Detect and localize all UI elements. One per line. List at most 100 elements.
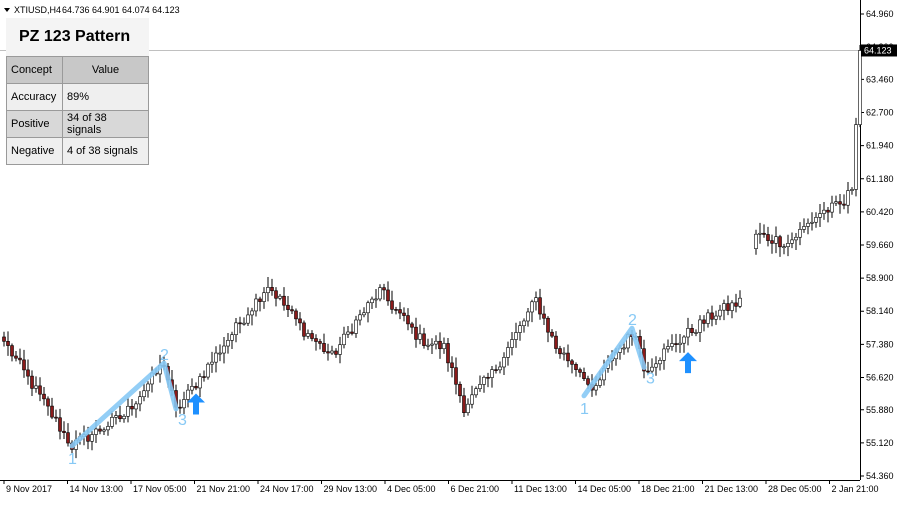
chart-header: XTIUSD,H4 64.736 64.901 64.074 64.123 [4,5,180,15]
candle [66,423,70,447]
candle [262,287,266,309]
candle [478,375,482,392]
candle [378,284,382,302]
pattern-point-label: 3 [646,370,655,387]
candle [222,337,226,364]
pattern-stats-panel: PZ 123 Pattern Concept Value Accuracy 89… [6,18,149,165]
candle [822,202,826,220]
x-tick-label: 4 Dec 05:00 [387,484,436,494]
candle [666,339,670,353]
y-tick-label: 56.620 [866,372,894,382]
candle [566,344,570,368]
candle [362,307,366,318]
candle [42,386,46,406]
current-price-tag: 64.123 [861,44,897,57]
candle [554,331,558,354]
candle [794,232,798,251]
row-concept: Negative [6,137,63,165]
candle [830,195,834,218]
candle [394,306,398,315]
table-header-row: Concept Value [6,56,149,84]
y-tick-label: 55.880 [866,405,894,415]
candle [218,344,222,362]
pattern-point-label: 1 [580,401,589,418]
candle [542,305,546,326]
candle [406,308,410,331]
candle [562,347,566,361]
candle [734,293,738,313]
candle [50,397,54,420]
candle [550,329,554,338]
candle [418,324,422,345]
candle [778,234,782,257]
candle [118,405,122,423]
candle [246,307,250,326]
y-tick-label: 61.940 [866,141,894,151]
x-tick-label: 21 Nov 21:00 [197,484,251,494]
pattern-line [581,325,647,399]
candle [290,305,294,314]
y-tick-label: 57.380 [866,339,894,349]
candle [850,187,854,195]
candle [578,367,582,378]
candle [126,397,130,423]
candle [678,334,682,353]
candle [2,331,6,347]
candle [770,234,774,254]
header-concept: Concept [6,56,63,84]
candle [190,378,194,395]
candle [266,277,270,302]
candle [198,373,202,398]
table-row: Positive 34 of 38 signals [6,110,149,138]
candle [498,361,502,374]
x-tick-label: 2 Jan 21:00 [832,484,879,494]
x-tick-label: 29 Nov 13:00 [324,484,378,494]
candle [518,321,522,341]
candle [798,222,802,246]
candle [310,330,314,342]
table-row: Accuracy 89% [6,83,149,111]
candle [250,307,254,326]
x-tick-label: 24 Nov 17:00 [260,484,314,494]
candle [298,312,302,331]
y-tick-label: 58.140 [866,306,894,316]
candle [766,226,770,247]
y-tick-label: 60.420 [866,207,894,217]
candle [98,425,102,435]
candle [438,332,442,359]
ohlc-label: 64.736 64.901 64.074 64.123 [62,5,180,15]
candle [374,289,378,308]
candle [10,343,14,362]
y-tick-label: 64.960 [866,9,894,19]
candle [326,343,330,361]
y-tick-label: 61.180 [866,174,894,184]
chart-area[interactable]: 64.96064.20063.46062.70061.94061.18060.4… [0,0,900,500]
header-value: Value [62,56,149,84]
x-tick-label: 14 Nov 13:00 [70,484,124,494]
candle [238,316,242,334]
candle [270,278,274,296]
candle [782,243,786,255]
candle [354,315,358,338]
y-tick-label: 54.360 [866,471,894,481]
candle [454,357,458,395]
candle [534,291,538,311]
x-axis-ticks: 9 Nov 2017 14 Nov 13:00 17 Nov 05:00 21 Nov… [3,480,879,494]
pattern-123: 1 2 3 [580,312,655,418]
candle [370,296,374,310]
candle [426,338,430,351]
candle [338,336,342,364]
x-tick-label: 14 Dec 05:00 [578,484,632,494]
candle [302,320,306,341]
candle [690,324,694,336]
pattern-point-label: 2 [160,347,169,364]
chevron-down-icon[interactable] [4,8,10,12]
candle [414,317,418,348]
candle [774,226,778,254]
candle [334,348,338,358]
candle [546,316,550,343]
candle [786,234,790,257]
row-value: 4 of 38 signals [62,137,149,165]
candle [26,359,30,385]
candle [434,335,438,350]
